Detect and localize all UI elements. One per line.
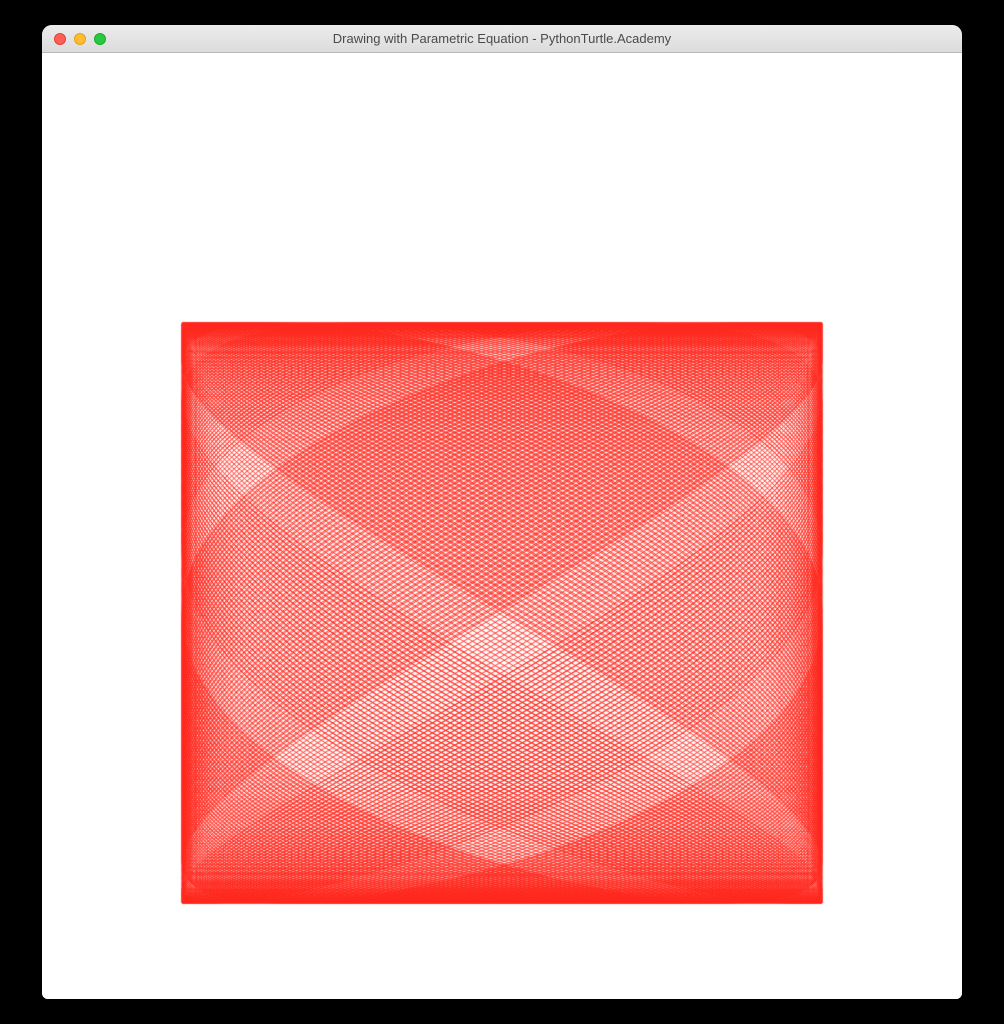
application-window: Drawing with Parametric Equation - Pytho… [42,25,962,999]
zoom-button[interactable] [94,33,106,45]
traffic-lights [42,33,106,45]
close-button[interactable] [54,33,66,45]
window-title: Drawing with Parametric Equation - Pytho… [42,31,962,46]
turtle-canvas-area [42,53,962,999]
turtle-canvas [42,53,962,999]
title-bar[interactable]: Drawing with Parametric Equation - Pytho… [42,25,962,53]
minimize-button[interactable] [74,33,86,45]
